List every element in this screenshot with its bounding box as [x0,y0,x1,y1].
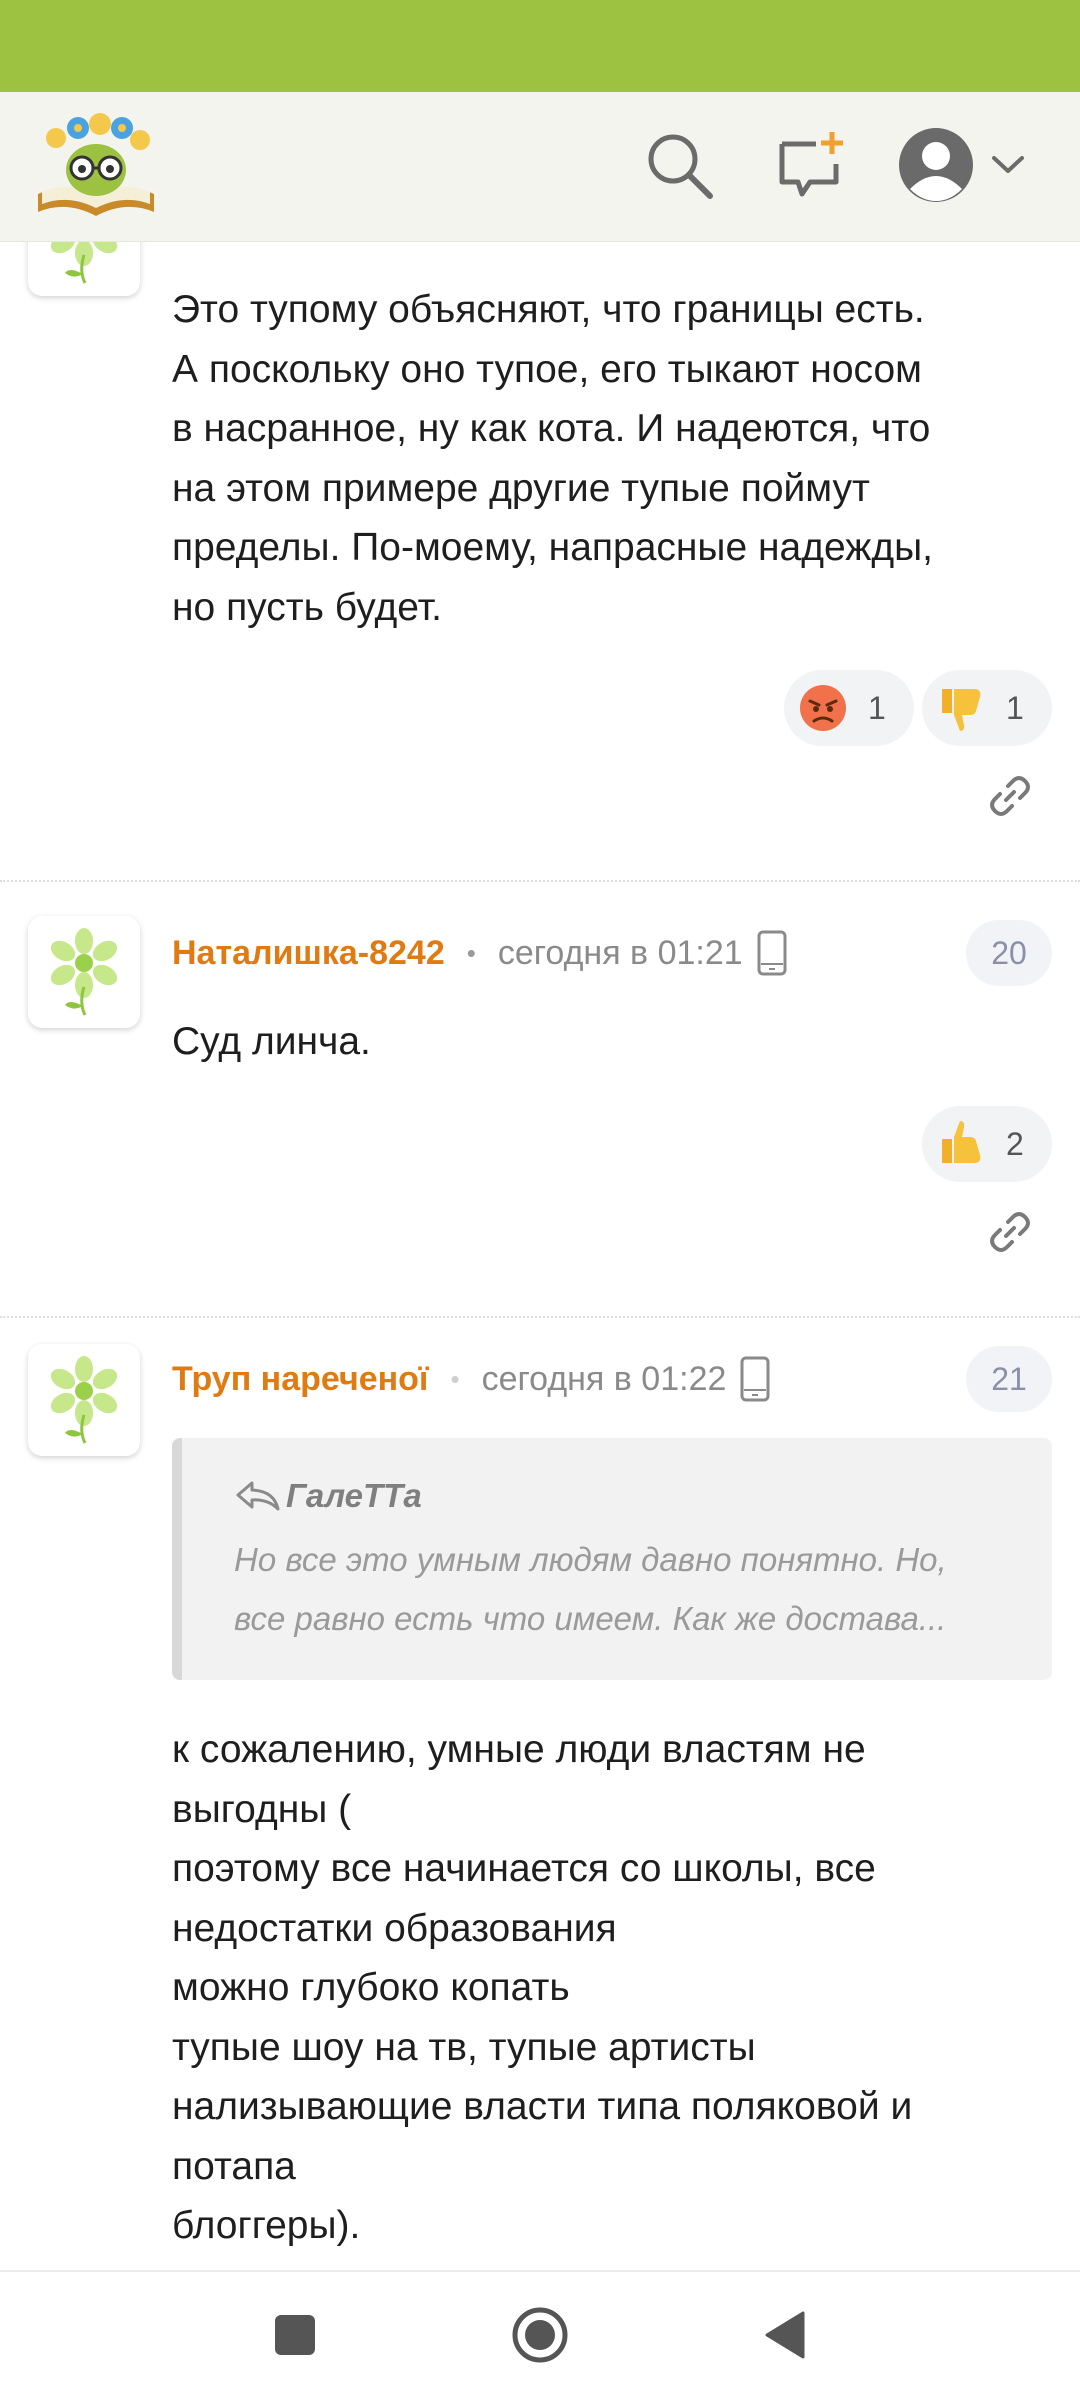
app-header [0,92,1080,242]
link-icon [986,1208,1034,1261]
quote-text: Но все это умным людям давно понятно. Но… [234,1541,947,1637]
comment-number-badge[interactable]: 21 [966,1346,1052,1412]
comment-text: Это тупому объясняют, что границы есть. … [172,288,933,629]
comment-time: сегодня в 01:21 [497,933,743,972]
thumbs-up-emoji [936,1119,986,1169]
comment-avatar[interactable] [28,242,140,296]
comment-divider [0,880,1080,882]
quoted-comment[interactable]: ГалеТТа Но все это умным людям давно пон… [172,1438,1052,1680]
reaction-dislike-button[interactable]: 1 [922,670,1052,746]
status-bar [0,0,1080,92]
reply-arrow-icon [234,1479,280,1513]
system-nav-bar [0,2270,1080,2400]
square-recents-icon [273,2313,317,2362]
search-icon [642,128,716,207]
comment-text: Суд линча. [172,1020,371,1063]
new-post-button[interactable] [766,122,856,212]
comment-avatar[interactable] [28,1344,140,1456]
reaction-count: 1 [1006,689,1024,726]
meta-separator: • [466,937,476,968]
meta-separator: • [450,1363,460,1394]
comment-meta: Наталишка-8242 • сегодня в 01:21 [172,928,787,978]
quote-author: ГалеТТа [234,1474,422,1518]
comments-feed[interactable]: Это тупому объясняют, что границы есть. … [0,242,1080,2270]
link-icon [986,772,1034,825]
comment-divider [0,1316,1080,1318]
reaction-count: 1 [868,689,886,726]
mobile-phone-icon [757,930,787,976]
thumbs-down-emoji [936,683,986,733]
flower-crown-book-logo[interactable] [34,108,158,222]
profile-menu-button[interactable] [896,122,1046,212]
comment-author[interactable]: Труп нареченої [172,1360,428,1399]
comment-avatar[interactable] [28,916,140,1028]
home-button[interactable] [505,2302,575,2372]
reaction-like-button[interactable]: 2 [922,1106,1052,1182]
search-button[interactable] [634,122,724,212]
chevron-down-icon [990,153,1026,182]
comment-time: сегодня в 01:22 [481,1359,727,1398]
new-message-icon [776,130,846,205]
comment-number-badge[interactable]: 20 [966,920,1052,986]
triangle-back-icon [763,2310,807,2365]
angry-face-emoji [798,683,848,733]
quote-author-name[interactable]: ГалеТТа [286,1477,422,1515]
user-avatar-icon [896,125,976,210]
comment-author[interactable]: Наталишка-8242 [172,934,445,973]
comment-link-button[interactable] [982,1206,1038,1262]
circle-home-icon [510,2305,570,2370]
recents-button[interactable] [260,2302,330,2372]
comment-meta: Труп нареченої • сегодня в 01:22 [172,1354,770,1404]
reaction-angry-button[interactable]: 1 [784,670,914,746]
comment-link-button[interactable] [982,770,1038,826]
back-button[interactable] [750,2302,820,2372]
reaction-count: 2 [1006,1125,1024,1162]
comment-text: к сожалению, умные люди властям не выгод… [172,1728,913,2247]
mobile-phone-icon [740,1356,770,1402]
